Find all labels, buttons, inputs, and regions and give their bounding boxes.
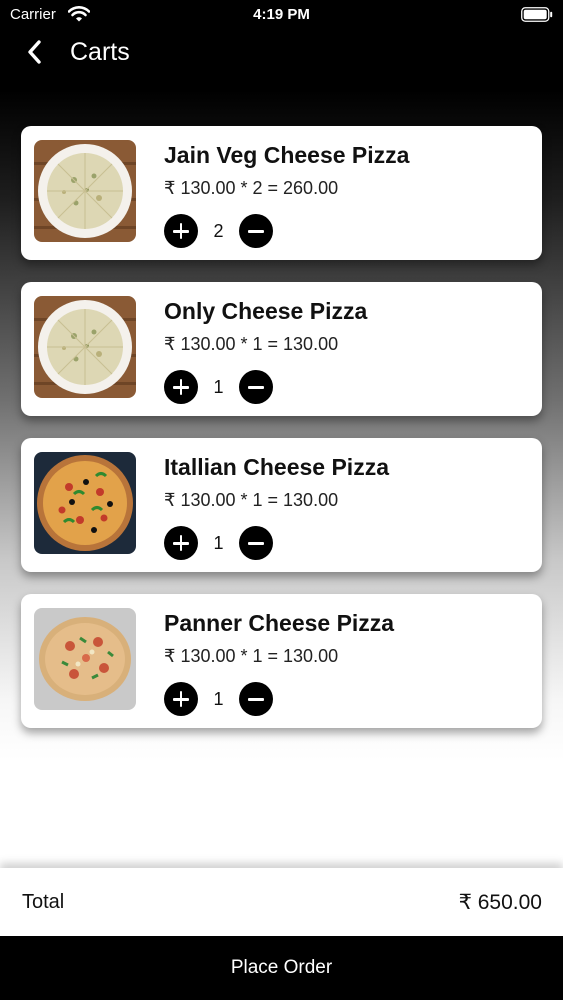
item-name: Jain Veg Cheese Pizza bbox=[164, 142, 410, 168]
cart-item: Jain Veg Cheese Pizza ₹ 130.00 * 2 = 260… bbox=[21, 126, 542, 260]
battery-icon bbox=[521, 7, 553, 22]
quantity-stepper: 1 bbox=[164, 682, 284, 716]
pizza-thumbnail bbox=[34, 140, 136, 242]
pizza-thumbnail bbox=[34, 608, 136, 710]
quantity-stepper: 2 bbox=[164, 214, 284, 248]
increase-quantity-button[interactable] bbox=[164, 526, 198, 560]
place-order-button[interactable]: Place Order bbox=[0, 936, 563, 1000]
item-price-line: ₹ 130.00 * 1 = 130.00 bbox=[164, 334, 339, 354]
cart-list: Jain Veg Cheese Pizza ₹ 130.00 * 2 = 260… bbox=[21, 126, 542, 750]
status-time: 4:19 PM bbox=[253, 6, 310, 23]
cart-item: Itallian Cheese Pizza ₹ 130.00 * 1 = 130… bbox=[21, 438, 542, 572]
decrease-quantity-button[interactable] bbox=[239, 682, 273, 716]
cart-item: Panner Cheese Pizza ₹ 130.00 * 1 = 130.0… bbox=[21, 594, 542, 728]
quantity-value: 2 bbox=[213, 221, 224, 241]
increase-quantity-button[interactable] bbox=[164, 682, 198, 716]
status-bar: Carrier 4:19 PM bbox=[0, 0, 563, 30]
navigation-bar: Carts bbox=[0, 30, 563, 76]
total-value: ₹ 650.00 bbox=[458, 891, 542, 914]
increase-quantity-button[interactable] bbox=[164, 214, 198, 248]
back-button[interactable] bbox=[20, 36, 52, 68]
quantity-stepper: 1 bbox=[164, 370, 284, 404]
increase-quantity-button[interactable] bbox=[164, 370, 198, 404]
pizza-thumbnail bbox=[34, 452, 136, 554]
cart-item: Only Cheese Pizza ₹ 130.00 * 1 = 130.00 … bbox=[21, 282, 542, 416]
decrease-quantity-button[interactable] bbox=[239, 214, 273, 248]
item-name: Only Cheese Pizza bbox=[164, 298, 368, 324]
total-bar: Total ₹ 650.00 bbox=[0, 868, 563, 936]
item-price-line: ₹ 130.00 * 1 = 130.00 bbox=[164, 490, 339, 510]
quantity-stepper: 1 bbox=[164, 526, 284, 560]
quantity-value: 1 bbox=[213, 533, 224, 553]
decrease-quantity-button[interactable] bbox=[239, 526, 273, 560]
item-name: Panner Cheese Pizza bbox=[164, 610, 395, 636]
quantity-value: 1 bbox=[213, 689, 224, 709]
item-name: Itallian Cheese Pizza bbox=[164, 454, 389, 480]
item-price-line: ₹ 130.00 * 1 = 130.00 bbox=[164, 646, 339, 666]
item-price-line: ₹ 130.00 * 2 = 260.00 bbox=[164, 178, 339, 198]
pizza-thumbnail bbox=[34, 296, 136, 398]
quantity-value: 1 bbox=[213, 377, 224, 397]
page-title: Carts bbox=[70, 38, 130, 66]
total-label: Total bbox=[22, 891, 65, 913]
decrease-quantity-button[interactable] bbox=[239, 370, 273, 404]
